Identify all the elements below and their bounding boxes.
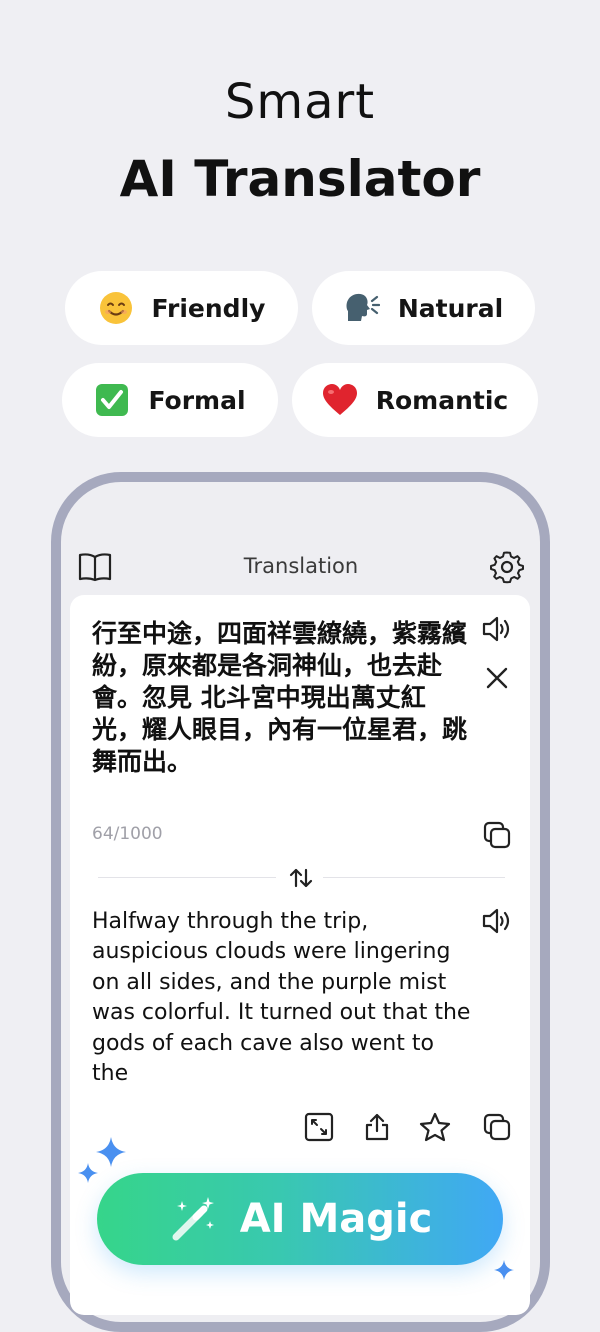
style-chip-label: Friendly — [151, 293, 266, 323]
star-icon[interactable] — [418, 1110, 452, 1144]
style-chip-natural[interactable]: Natural — [312, 271, 535, 345]
gear-icon[interactable] — [490, 550, 524, 584]
sparkle-icon — [96, 1137, 126, 1171]
source-text[interactable]: 行至中途，四面祥雲繚繞，紫霧繽紛，原來都是各洞神仙，也去赴會。忽見 北斗宮中現出… — [92, 618, 472, 778]
share-icon[interactable] — [360, 1110, 394, 1144]
divider — [98, 877, 276, 878]
magic-wand-icon — [168, 1195, 216, 1243]
copy-icon[interactable] — [480, 818, 514, 852]
style-chip-label: Romantic — [375, 385, 509, 415]
char-count: 64/1000 — [92, 824, 163, 844]
swap-languages-icon[interactable] — [284, 862, 318, 894]
speaker-icon[interactable] — [480, 904, 514, 938]
style-chip-formal[interactable]: Formal — [62, 363, 278, 437]
style-chip-label: Formal — [148, 385, 246, 415]
smiling-face-icon — [98, 290, 134, 326]
app-top-bar: Translation — [78, 548, 524, 588]
speaking-head-icon — [344, 290, 380, 326]
ai-magic-label: AI Magic — [239, 1196, 433, 1242]
style-chip-label: Natural — [397, 293, 504, 323]
ai-magic-button[interactable]: AI Magic — [97, 1173, 503, 1265]
sparkle-icon — [78, 1163, 98, 1187]
copy-icon[interactable] — [480, 1110, 514, 1144]
red-heart-icon — [322, 382, 358, 418]
app-title: Translation — [243, 554, 359, 578]
expand-icon[interactable] — [302, 1110, 336, 1144]
check-mark-icon — [94, 382, 130, 418]
close-icon[interactable] — [480, 661, 514, 695]
style-chip-friendly[interactable]: Friendly — [65, 271, 298, 345]
style-chip-romantic[interactable]: Romantic — [292, 363, 538, 437]
translated-text: Halfway through the trip, auspicious clo… — [92, 909, 471, 1087]
speaker-icon[interactable] — [480, 612, 514, 646]
hero-title-line1: Smart — [224, 74, 376, 130]
divider — [323, 877, 505, 878]
sparkle-icon — [494, 1260, 514, 1284]
hero-title-line2: AI Translator — [119, 150, 481, 208]
